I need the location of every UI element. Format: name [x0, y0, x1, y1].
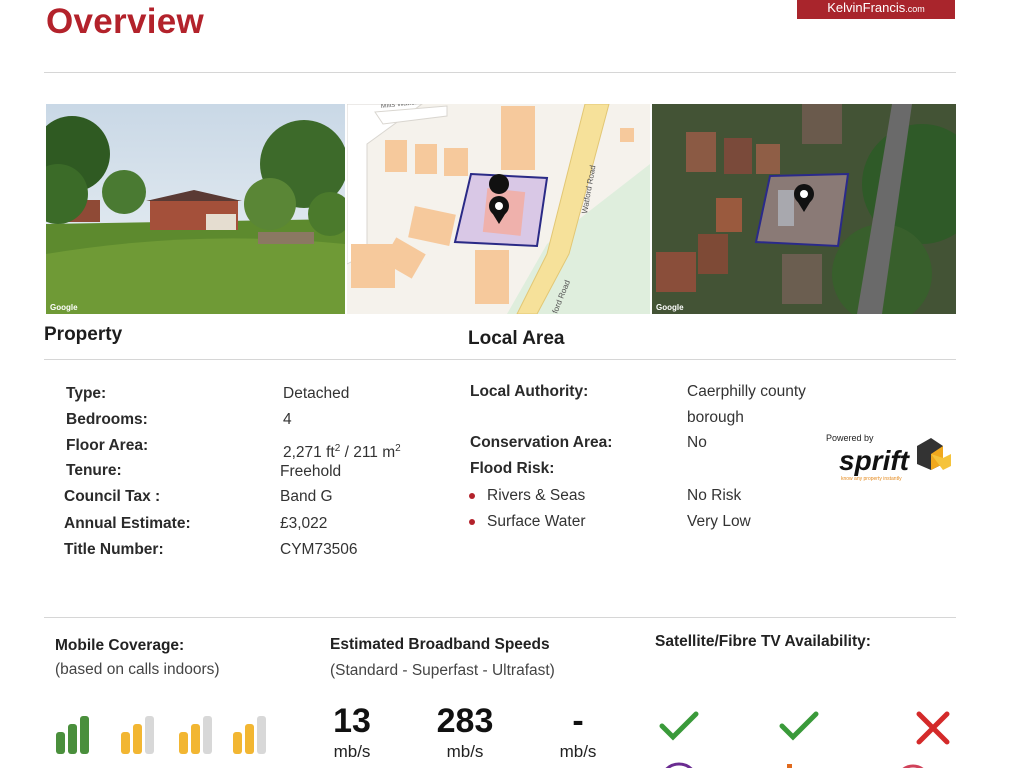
- conservation-area-value: No: [687, 434, 707, 451]
- mobile-signal-icons: [56, 710, 286, 756]
- tv-provider-icon: [665, 762, 693, 768]
- brand-tld: .com: [905, 4, 925, 14]
- ultrafast-speed-unit: mb/s: [559, 742, 597, 761]
- signal-bar: [80, 716, 89, 754]
- superfast-speed-unit: mb/s: [446, 742, 484, 761]
- title-number-value: CYM73506: [280, 541, 358, 558]
- property-image-strip: Google Milts Watford Watford Road ford R…: [46, 104, 956, 314]
- surface-water-label: Surface Water: [487, 513, 586, 530]
- bedrooms-label: Bedrooms:: [66, 411, 148, 428]
- annual-estimate-value: £3,022: [280, 515, 328, 532]
- google-watermark: Google: [656, 303, 684, 312]
- broadband-sub: (Standard - Superfast - Ultrafast): [330, 662, 555, 679]
- signal-bar: [233, 732, 242, 754]
- signal-bar: [56, 732, 65, 754]
- brand-logo: KelvinFrancis.com: [797, 0, 955, 19]
- map-view[interactable]: Milts Watford Watford Road ford Road: [347, 104, 650, 314]
- check-icon: [779, 711, 819, 741]
- local-authority-label: Local Authority:: [470, 383, 589, 400]
- cross-icon: [916, 711, 950, 745]
- standard-speed-unit: mb/s: [333, 742, 371, 761]
- bullet-icon: [469, 519, 475, 525]
- surface-water-value: Very Low: [687, 513, 751, 530]
- tv-availability-icons: [655, 706, 955, 768]
- stats-divider: [44, 617, 956, 618]
- street-view-photo: Google: [46, 104, 345, 314]
- signal-bar: [121, 732, 130, 754]
- broadband-label: Estimated Broadband Speeds: [330, 636, 550, 653]
- bedrooms-value: 4: [283, 411, 292, 428]
- header-divider: [44, 72, 956, 73]
- annual-estimate-label: Annual Estimate:: [64, 515, 191, 532]
- signal-bar: [68, 724, 77, 754]
- signal-bar: [245, 724, 254, 754]
- council-tax-value: Band G: [280, 488, 333, 505]
- standard-speed-value: 13: [333, 702, 371, 740]
- title-number-label: Title Number:: [64, 541, 164, 558]
- local-authority-value-line1: Caerphilly county: [687, 383, 806, 400]
- property-type-label: Type:: [66, 385, 107, 402]
- signal-bar: [133, 724, 142, 754]
- floor-area-label: Floor Area:: [66, 437, 149, 454]
- signal-bar: [191, 724, 200, 754]
- brand-name: KelvinFrancis: [827, 0, 906, 15]
- local-area-heading: Local Area: [468, 328, 565, 349]
- conservation-area-label: Conservation Area:: [470, 434, 613, 451]
- tenure-label: Tenure:: [66, 462, 122, 479]
- superfast-speed-value: 283: [436, 702, 494, 740]
- rivers-seas-value: No Risk: [687, 487, 742, 504]
- tv-availability-label: Satellite/Fibre TV Availability:: [655, 633, 871, 650]
- property-type-value: Detached: [283, 385, 350, 402]
- signal-strength-icon: [56, 716, 89, 754]
- flood-risk-label: Flood Risk:: [470, 460, 555, 477]
- sprift-logo: sprift know any property instantly: [839, 436, 955, 487]
- bullet-icon: [469, 493, 475, 499]
- tv-provider-icon: [787, 764, 792, 768]
- council-tax-label: Council Tax :: [64, 488, 161, 505]
- mobile-coverage-sub: (based on calls indoors): [55, 661, 220, 678]
- ultrafast-speed-value: -: [572, 702, 584, 740]
- tenure-value: Freehold: [280, 463, 342, 480]
- property-heading: Property: [44, 324, 123, 345]
- check-icon: [659, 711, 699, 741]
- signal-bar: [203, 716, 212, 754]
- signal-strength-icon: [121, 716, 154, 754]
- signal-bar: [257, 716, 266, 754]
- page-title: Overview: [46, 2, 205, 41]
- sprift-tagline: know any property instantly: [841, 476, 902, 482]
- signal-bar: [179, 732, 188, 754]
- local-authority-value-line2: borough: [687, 409, 744, 426]
- signal-strength-icon: [179, 716, 212, 754]
- google-watermark: Google: [50, 303, 78, 312]
- rivers-seas-label: Rivers & Seas: [487, 487, 586, 504]
- signal-bar: [145, 716, 154, 754]
- signal-strength-icon: [233, 716, 266, 754]
- section-divider: [44, 359, 956, 360]
- sprift-wordmark: sprift: [839, 445, 911, 476]
- mobile-coverage-label: Mobile Coverage:: [55, 637, 185, 654]
- satellite-view[interactable]: Google: [652, 104, 956, 314]
